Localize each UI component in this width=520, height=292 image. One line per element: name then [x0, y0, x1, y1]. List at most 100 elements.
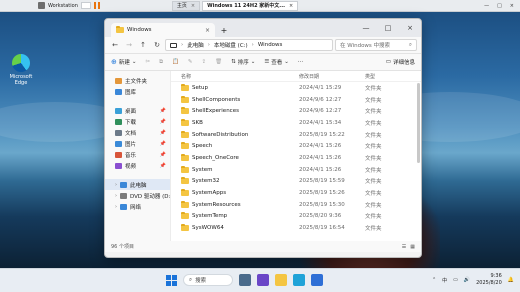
chevron-right-icon[interactable]: › [115, 182, 117, 188]
maximize-icon[interactable]: □ [497, 3, 502, 9]
vm-tab-windows11[interactable]: Windows 11 24H2 家新中文... × [202, 0, 299, 11]
vm-tab-home[interactable]: 主页 × [171, 0, 201, 11]
chevron-right-icon[interactable]: › [115, 193, 117, 199]
paste-icon[interactable]: 📋 [172, 59, 179, 65]
explorer-tab[interactable]: Windows × [111, 23, 215, 37]
widgets-icon[interactable] [257, 274, 269, 286]
table-row[interactable]: SystemResources 2025/8/19 15:30 文件夹 [171, 199, 421, 211]
table-row[interactable]: System32 2025/8/19 15:59 文件夹 [171, 176, 421, 188]
table-row[interactable]: Setup 2024/4/1 15:29 文件夹 [171, 82, 421, 94]
ime-indicator[interactable]: 中 [442, 277, 447, 284]
table-row[interactable]: Speech 2024/4/1 15:26 文件夹 [171, 140, 421, 152]
share-icon[interactable]: ⇪ [202, 59, 207, 65]
details-button[interactable]: ▭ 详细信息 [386, 58, 415, 66]
sidebar-item-desktop[interactable]: 桌面 📌 [105, 105, 170, 116]
breadcrumb-item[interactable]: 此电脑 [187, 41, 204, 49]
refresh-button[interactable]: ↻ [151, 41, 163, 49]
table-row[interactable]: SystemTemp 2025/8/20 9:36 文件夹 [171, 211, 421, 223]
clock[interactable]: 9:36 2025/8/20 [476, 273, 502, 287]
close-icon[interactable]: × [510, 3, 514, 9]
column-header-date[interactable]: 修改日期 [299, 73, 365, 80]
plus-icon: ⊕ [111, 58, 117, 66]
pause-icon[interactable] [93, 2, 100, 9]
network-icon[interactable]: ▭ [453, 277, 458, 283]
tray-chevron-up-icon[interactable]: ⌃ [432, 277, 436, 283]
new-tab-button[interactable]: + [218, 24, 230, 36]
back-button[interactable]: ← [109, 41, 121, 49]
breadcrumb-item[interactable]: 本地磁盘 (C:) [214, 41, 248, 49]
tiles-view-icon[interactable]: ▦ [410, 244, 415, 250]
sidebar-item-gallery[interactable]: 图库 [105, 86, 170, 97]
breadcrumb-item[interactable]: Windows [258, 42, 283, 48]
vertical-scrollbar[interactable] [417, 83, 420, 163]
chevron-right-icon[interactable]: › [115, 204, 117, 210]
pin-icon[interactable]: 📌 [160, 152, 166, 158]
table-row[interactable]: Speech_OneCore 2024/4/1 15:26 文件夹 [171, 152, 421, 164]
delete-icon[interactable]: 🗑 [215, 59, 222, 65]
table-row[interactable]: ShellComponents 2024/9/6 12:27 文件夹 [171, 94, 421, 106]
table-row[interactable]: ShellExperiences 2024/9/6 12:27 文件夹 [171, 105, 421, 117]
up-button[interactable]: ↑ [137, 41, 149, 49]
notification-icon[interactable]: 🔔 [508, 277, 514, 283]
pin-icon[interactable]: 📌 [160, 130, 166, 136]
pin-icon[interactable]: 📌 [160, 141, 166, 147]
file-date: 2025/8/19 15:26 [299, 190, 345, 197]
file-date: 2024/4/1 15:26 [299, 154, 342, 161]
sidebar-item-dvd-drive[interactable]: › DVD 驱动器 (D: [105, 190, 170, 201]
cut-icon[interactable]: ✂ [146, 59, 151, 65]
close-icon[interactable]: × [205, 27, 210, 34]
breadcrumb[interactable]: › 此电脑 › 本地磁盘 (C:) › Windows [165, 39, 333, 51]
sidebar-item-documents[interactable]: 文档 📌 [105, 127, 170, 138]
vm-tab-label: Windows 11 24H2 家新中文... [207, 3, 285, 9]
table-row[interactable]: System 2024/4/1 15:26 文件夹 [171, 164, 421, 176]
new-button[interactable]: ⊕ 新建 ⌄ [111, 58, 137, 66]
vmware-app-label[interactable]: Workstation [48, 3, 78, 9]
sidebar-item-this-pc[interactable]: › 此电脑 [105, 179, 170, 190]
sidebar-item-videos[interactable]: 视频 📌 [105, 160, 170, 171]
pin-icon[interactable]: 📌 [160, 163, 166, 169]
edge-icon[interactable] [293, 274, 305, 286]
file-type: 文件夹 [365, 144, 382, 151]
start-button[interactable] [166, 274, 177, 286]
column-header-name[interactable]: 名称 [181, 73, 299, 80]
table-row[interactable]: SystemApps 2025/8/19 15:26 文件夹 [171, 187, 421, 199]
sidebar-item-label: 音乐 [125, 152, 137, 159]
monitor-icon [170, 42, 177, 48]
vm-power-control[interactable] [80, 2, 91, 9]
details-view-icon[interactable]: ☰ [402, 244, 406, 250]
sort-button[interactable]: ⇅ 排序 ⌄ [231, 58, 255, 66]
folder-icon [181, 224, 189, 232]
search-input[interactable]: 在 Windows 中搜索 ⌕ [335, 39, 417, 51]
sidebar-item-pictures[interactable]: 图片 📌 [105, 138, 170, 149]
copy-icon[interactable]: ⧉ [159, 59, 163, 66]
desktop-icon-edge[interactable]: Microsoft Edge [6, 54, 36, 86]
more-icon[interactable]: ··· [298, 59, 303, 65]
table-row[interactable]: SoftwareDistribution 2025/8/19 15:22 文件夹 [171, 129, 421, 141]
close-icon[interactable]: × [289, 3, 293, 9]
maximize-button[interactable]: □ [377, 24, 399, 32]
column-header-type[interactable]: 类型 [365, 73, 409, 80]
volume-icon[interactable]: 🔊 [464, 277, 470, 283]
sidebar-item-home[interactable]: 主文件夹 [105, 75, 170, 86]
task-view-icon[interactable] [239, 274, 251, 286]
taskbar-search[interactable]: ⌕ 搜索 [183, 274, 233, 286]
pin-icon[interactable]: 📌 [160, 108, 166, 114]
minimize-icon[interactable]: — [484, 3, 489, 9]
table-row[interactable]: SysWOW64 2025/8/19 16:54 文件夹 [171, 222, 421, 234]
sidebar-item-label: DVD 驱动器 (D: [130, 193, 171, 200]
sidebar-item-music[interactable]: 音乐 📌 [105, 149, 170, 160]
file-name: Speech_OneCore [192, 154, 239, 161]
file-explorer-icon[interactable] [275, 274, 287, 286]
forward-button[interactable]: → [123, 41, 135, 49]
view-button[interactable]: ☰ 查看 ⌄ [264, 58, 289, 66]
sidebar-item-network[interactable]: › 网络 [105, 201, 170, 212]
store-icon[interactable] [311, 274, 323, 286]
minimize-button[interactable]: — [355, 24, 377, 32]
close-icon[interactable]: × [191, 3, 195, 9]
rename-icon[interactable]: ✎ [188, 59, 193, 65]
close-button[interactable]: × [399, 24, 421, 32]
table-row[interactable]: SKB 2024/4/1 15:34 文件夹 [171, 117, 421, 129]
sidebar-item-downloads[interactable]: 下载 📌 [105, 116, 170, 127]
file-date: 2025/8/19 15:59 [299, 178, 345, 185]
pin-icon[interactable]: 📌 [160, 119, 166, 125]
